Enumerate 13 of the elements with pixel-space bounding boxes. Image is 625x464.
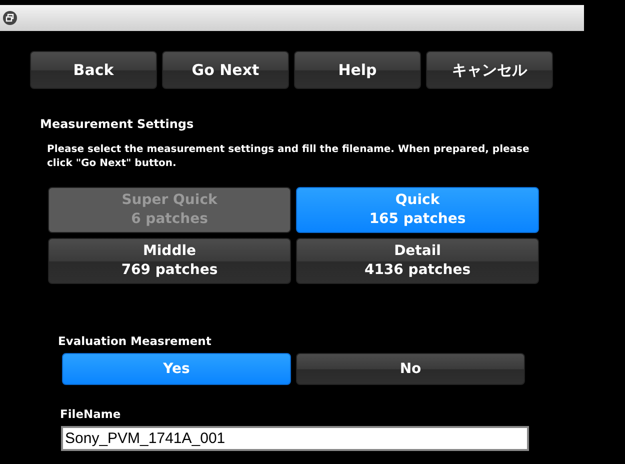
instructions-text: Please select the measurement settings and fill the filename. When prepared, please click "Go Next" button.: [47, 143, 530, 171]
nav-button[interactable]: Go Next: [162, 51, 289, 89]
nav-button[interactable]: Help: [294, 51, 421, 89]
choice-button[interactable]: No: [296, 353, 525, 385]
measurement-option[interactable]: Detail 4136 patches: [296, 238, 539, 284]
window-restore-icon[interactable]: [3, 11, 17, 25]
field-label: FileName: [60, 407, 122, 421]
nav-button[interactable]: Back: [30, 51, 157, 89]
field-label: Evaluation Measrement: [58, 334, 212, 348]
filename-field[interactable]: Sony_PVM_1741A_001: [61, 426, 529, 451]
measurement-option[interactable]: Middle 769 patches: [48, 238, 291, 284]
section-heading: Measurement Settings: [40, 117, 195, 131]
nav-button[interactable]: キャンセル: [426, 51, 553, 89]
